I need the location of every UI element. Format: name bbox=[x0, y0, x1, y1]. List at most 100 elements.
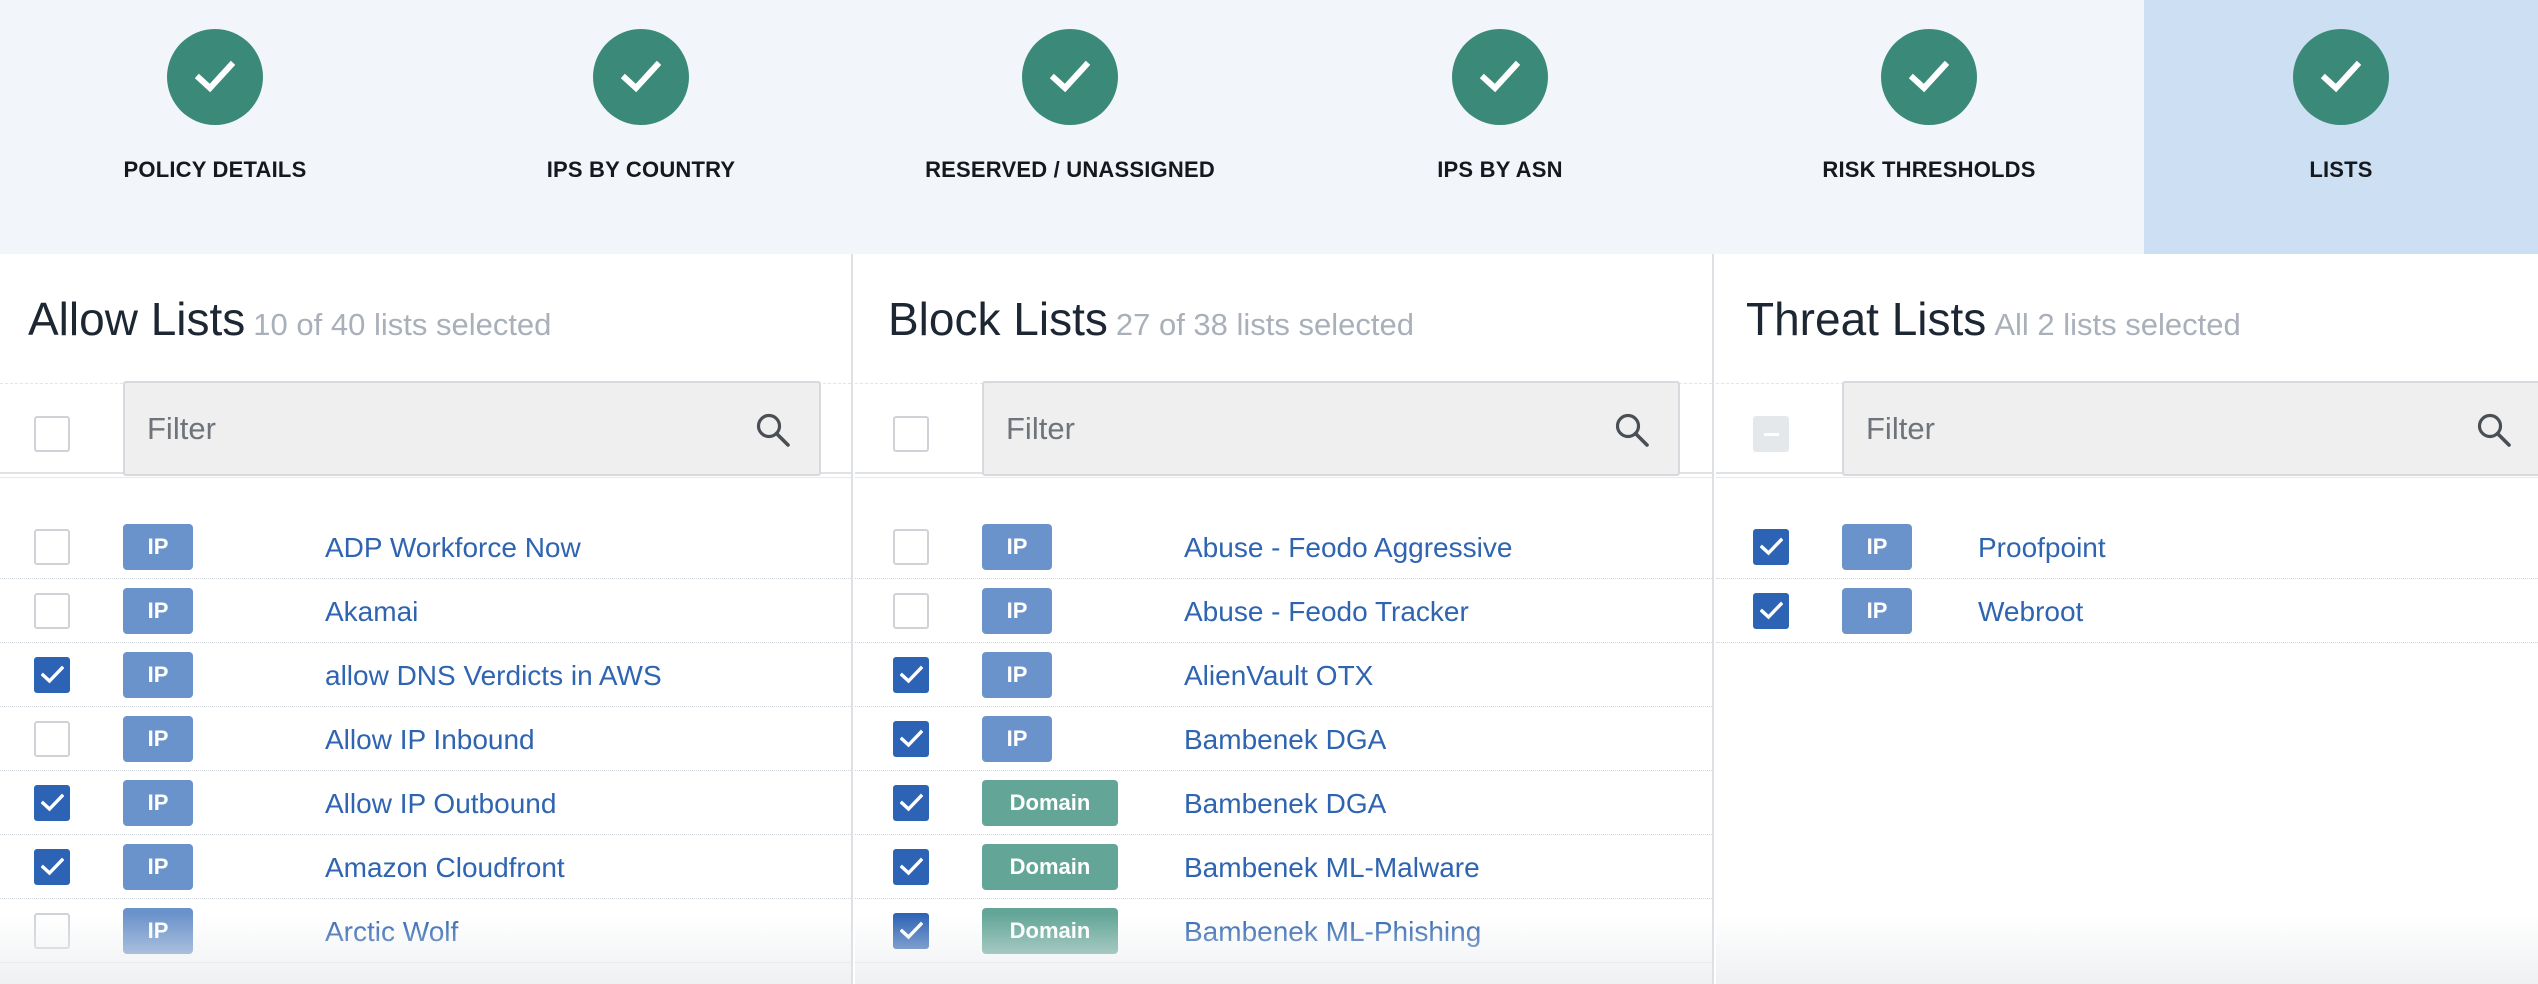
list-item[interactable]: IP Abuse - Feodo Tracker bbox=[855, 579, 1712, 643]
threat-lists-panel: Threat ListsAll 2 lists selected IP Proof… bbox=[1716, 254, 2538, 984]
step-complete-checkmark-icon bbox=[1022, 29, 1118, 125]
list-item[interactable]: Domain Bambenek ML-Phishing bbox=[855, 899, 1712, 963]
list-type-badge: IP bbox=[123, 908, 193, 954]
panel-title-text: Allow Lists bbox=[28, 293, 246, 345]
list-item-name-link[interactable]: Webroot bbox=[1978, 596, 2083, 628]
list-item[interactable]: Domain Bambenek ML-Malware bbox=[855, 835, 1712, 899]
list-type-badge: IP bbox=[123, 716, 193, 762]
list-item-name-link[interactable]: ADP Workforce Now bbox=[325, 532, 581, 564]
step-label: IPS BY COUNTRY bbox=[546, 157, 736, 182]
panel-title: Allow Lists 10 of 40 lists selected bbox=[28, 292, 551, 346]
list-item-checkbox[interactable] bbox=[1753, 593, 1789, 629]
list-item-checkbox[interactable] bbox=[34, 657, 70, 693]
list-item[interactable]: IP allow DNS Verdicts in AWS bbox=[0, 643, 851, 707]
filter-field[interactable] bbox=[1842, 381, 2538, 476]
panel-header: Allow Lists 10 of 40 lists selected bbox=[0, 254, 851, 384]
list-item[interactable]: IP Arctic Wolf bbox=[0, 899, 851, 963]
search-icon[interactable] bbox=[2476, 412, 2512, 448]
step-ips-by-asn[interactable]: IPS BY ASN bbox=[1285, 0, 1715, 254]
list-item-checkbox[interactable] bbox=[34, 529, 70, 565]
step-ips-by-country[interactable]: IPS BY COUNTRY bbox=[426, 0, 856, 254]
list-item-checkbox[interactable] bbox=[34, 785, 70, 821]
list-item-checkbox[interactable] bbox=[34, 593, 70, 629]
select-all-checkbox[interactable] bbox=[1753, 416, 1789, 452]
step-complete-checkmark-icon bbox=[593, 29, 689, 125]
list-item-name-link[interactable]: Proofpoint bbox=[1978, 532, 2106, 564]
list-item[interactable]: IP Proofpoint bbox=[1716, 515, 2538, 579]
list-item-checkbox[interactable] bbox=[893, 593, 929, 629]
list-item[interactable]: IP ADP Workforce Now bbox=[0, 515, 851, 579]
list-item-checkbox[interactable] bbox=[893, 721, 929, 757]
list-item-name-link[interactable]: AlienVault OTX bbox=[1184, 660, 1373, 692]
list-item-name-link[interactable]: Bambenek ML-Malware bbox=[1184, 852, 1480, 884]
step-lists[interactable]: LISTS bbox=[2144, 0, 2538, 254]
filter-row bbox=[0, 381, 851, 478]
list-item[interactable]: IP Bambenek DGA bbox=[855, 707, 1712, 771]
list-items: IP ADP Workforce Now IP Akamai IP allow DNS V… bbox=[0, 515, 851, 963]
allow-lists-panel: Allow Lists10 of 40 lists selected IP ADP… bbox=[0, 254, 853, 984]
step-complete-checkmark-icon bbox=[1881, 29, 1977, 125]
list-item-name-link[interactable]: Arctic Wolf bbox=[325, 916, 458, 948]
list-item[interactable]: IP Allow IP Outbound bbox=[0, 771, 851, 835]
select-all-checkbox[interactable] bbox=[893, 416, 929, 452]
list-item-checkbox[interactable] bbox=[893, 785, 929, 821]
list-item-checkbox[interactable] bbox=[34, 849, 70, 885]
list-item-checkbox[interactable] bbox=[893, 849, 929, 885]
filter-input[interactable] bbox=[1006, 383, 1600, 474]
panel-title-text: Block Lists bbox=[888, 293, 1108, 345]
panel-title: Block Lists 27 of 38 lists selected bbox=[888, 292, 1414, 346]
list-item-name-link[interactable]: Amazon Cloudfront bbox=[325, 852, 565, 884]
list-item-checkbox[interactable] bbox=[893, 529, 929, 565]
list-type-badge: IP bbox=[123, 780, 193, 826]
list-item[interactable]: IP AlienVault OTX bbox=[855, 643, 1712, 707]
list-type-badge: Domain bbox=[982, 908, 1118, 954]
list-item[interactable]: IP Abuse - Feodo Aggressive bbox=[855, 515, 1712, 579]
list-item-checkbox[interactable] bbox=[34, 721, 70, 757]
step-label: IPS BY ASN bbox=[1437, 157, 1563, 182]
search-icon[interactable] bbox=[755, 412, 791, 448]
filter-row bbox=[1716, 381, 2538, 478]
list-item-name-link[interactable]: Abuse - Feodo Tracker bbox=[1184, 596, 1469, 628]
list-type-badge: IP bbox=[123, 524, 193, 570]
step-risk-thresholds[interactable]: RISK THRESHOLDS bbox=[1714, 0, 2144, 254]
list-item-name-link[interactable]: Akamai bbox=[325, 596, 418, 628]
list-item-name-link[interactable]: allow DNS Verdicts in AWS bbox=[325, 660, 662, 692]
step-reserved-unassigned[interactable]: RESERVED / UNASSIGNED bbox=[855, 0, 1285, 254]
select-all-checkbox[interactable] bbox=[34, 416, 70, 452]
list-item-checkbox[interactable] bbox=[893, 657, 929, 693]
step-label: LISTS bbox=[2309, 157, 2373, 182]
step-label: RISK THRESHOLDS bbox=[1822, 157, 2036, 182]
filter-input[interactable] bbox=[147, 383, 741, 474]
list-item-name-link[interactable]: Allow IP Inbound bbox=[325, 724, 535, 756]
filter-field[interactable] bbox=[123, 381, 821, 476]
list-type-badge: IP bbox=[123, 588, 193, 634]
list-type-badge: IP bbox=[1842, 524, 1912, 570]
list-item-name-link[interactable]: Allow IP Outbound bbox=[325, 788, 556, 820]
list-item[interactable]: Domain Bambenek DGA bbox=[855, 771, 1712, 835]
list-type-badge: Domain bbox=[982, 844, 1118, 890]
step-policy-details[interactable]: POLICY DETAILS bbox=[0, 0, 430, 254]
list-item[interactable]: IP Amazon Cloudfront bbox=[0, 835, 851, 899]
list-item-name-link[interactable]: Bambenek ML-Phishing bbox=[1184, 916, 1481, 948]
filter-input[interactable] bbox=[1866, 383, 2482, 474]
filter-row bbox=[855, 381, 1712, 478]
list-item-checkbox[interactable] bbox=[34, 913, 70, 949]
filter-field[interactable] bbox=[982, 381, 1680, 476]
search-icon[interactable] bbox=[1614, 412, 1650, 448]
list-item[interactable]: IP Allow IP Inbound bbox=[0, 707, 851, 771]
list-type-badge: IP bbox=[123, 652, 193, 698]
list-item-name-link[interactable]: Bambenek DGA bbox=[1184, 724, 1386, 756]
list-item-checkbox[interactable] bbox=[1753, 529, 1789, 565]
list-item-name-link[interactable]: Bambenek DGA bbox=[1184, 788, 1386, 820]
wizard-stepper: POLICY DETAILS IPS BY COUNTRY RESERVED /… bbox=[0, 0, 2538, 254]
list-item[interactable]: IP Webroot bbox=[1716, 579, 2538, 643]
step-label: RESERVED / UNASSIGNED bbox=[925, 157, 1215, 182]
list-type-badge: IP bbox=[982, 716, 1052, 762]
list-type-badge: IP bbox=[982, 524, 1052, 570]
scroll-fade bbox=[1716, 914, 2538, 984]
selection-count: All 2 lists selected bbox=[1994, 307, 2241, 342]
list-item[interactable]: IP Akamai bbox=[0, 579, 851, 643]
list-item-checkbox[interactable] bbox=[893, 913, 929, 949]
panel-title-text: Threat Lists bbox=[1746, 293, 1987, 345]
list-item-name-link[interactable]: Abuse - Feodo Aggressive bbox=[1184, 532, 1512, 564]
